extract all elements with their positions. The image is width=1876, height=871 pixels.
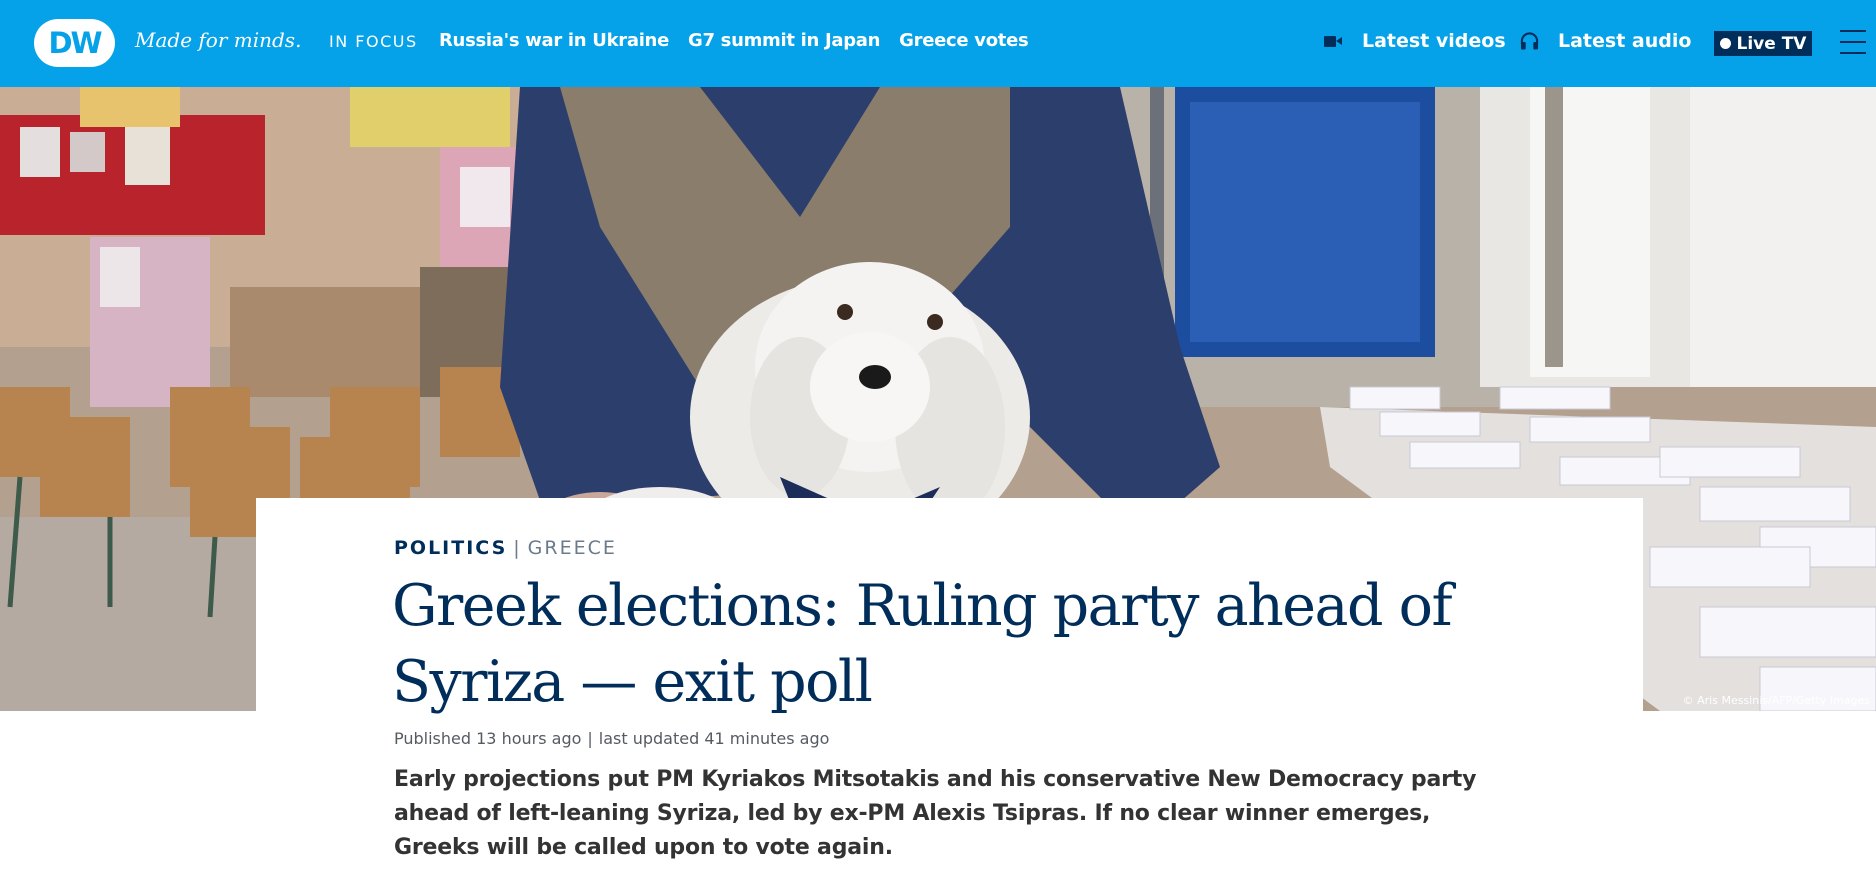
latest-videos-label: Latest videos [1362, 30, 1506, 52]
article-headline: Greek elections: Ruling party ahead of S… [392, 573, 1453, 715]
latest-audio-label: Latest audio [1558, 30, 1692, 52]
article-meta: Published 13 hours ago | last updated 41 m… [394, 729, 829, 748]
site-header: DW Made for minds. IN FOCUS Russia's war… [0, 0, 1876, 87]
updated-time: last updated 41 minutes ago [598, 729, 830, 748]
live-tv-label: Live TV [1736, 33, 1807, 54]
in-focus-nav: Russia's war in Ukraine G7 summit in Jap… [439, 30, 1029, 51]
tagline: Made for minds. [135, 28, 302, 52]
article-kicker: POLITICS | GREECE [394, 537, 617, 559]
article-lead: Early projections put PM Kyriakos Mitsot… [394, 767, 1477, 860]
live-tv-button[interactable]: Live TV [1714, 31, 1812, 56]
meta-separator: | [587, 729, 593, 748]
dw-logo[interactable]: DW [34, 19, 115, 67]
subcategory-link[interactable]: GREECE [528, 537, 617, 559]
photo-credit: © Aris Messinis/AFP/Getty Images [1682, 694, 1870, 707]
latest-audio-link[interactable]: Latest audio [1520, 30, 1691, 52]
logo-text: DW [48, 26, 102, 60]
hamburger-menu-icon[interactable] [1840, 30, 1866, 54]
kicker-separator: | [513, 537, 522, 559]
live-dot-icon [1719, 38, 1731, 49]
in-focus-label: IN FOCUS [329, 32, 418, 51]
video-camera-icon [1324, 34, 1343, 48]
headphones-icon [1520, 32, 1539, 50]
focus-link-ukraine[interactable]: Russia's war in Ukraine [439, 30, 669, 51]
latest-videos-link[interactable]: Latest videos [1324, 30, 1506, 52]
focus-link-greece[interactable]: Greece votes [899, 30, 1029, 51]
published-time: Published 13 hours ago [394, 729, 582, 748]
focus-link-g7[interactable]: G7 summit in Japan [688, 30, 880, 51]
category-link[interactable]: POLITICS [394, 537, 507, 559]
